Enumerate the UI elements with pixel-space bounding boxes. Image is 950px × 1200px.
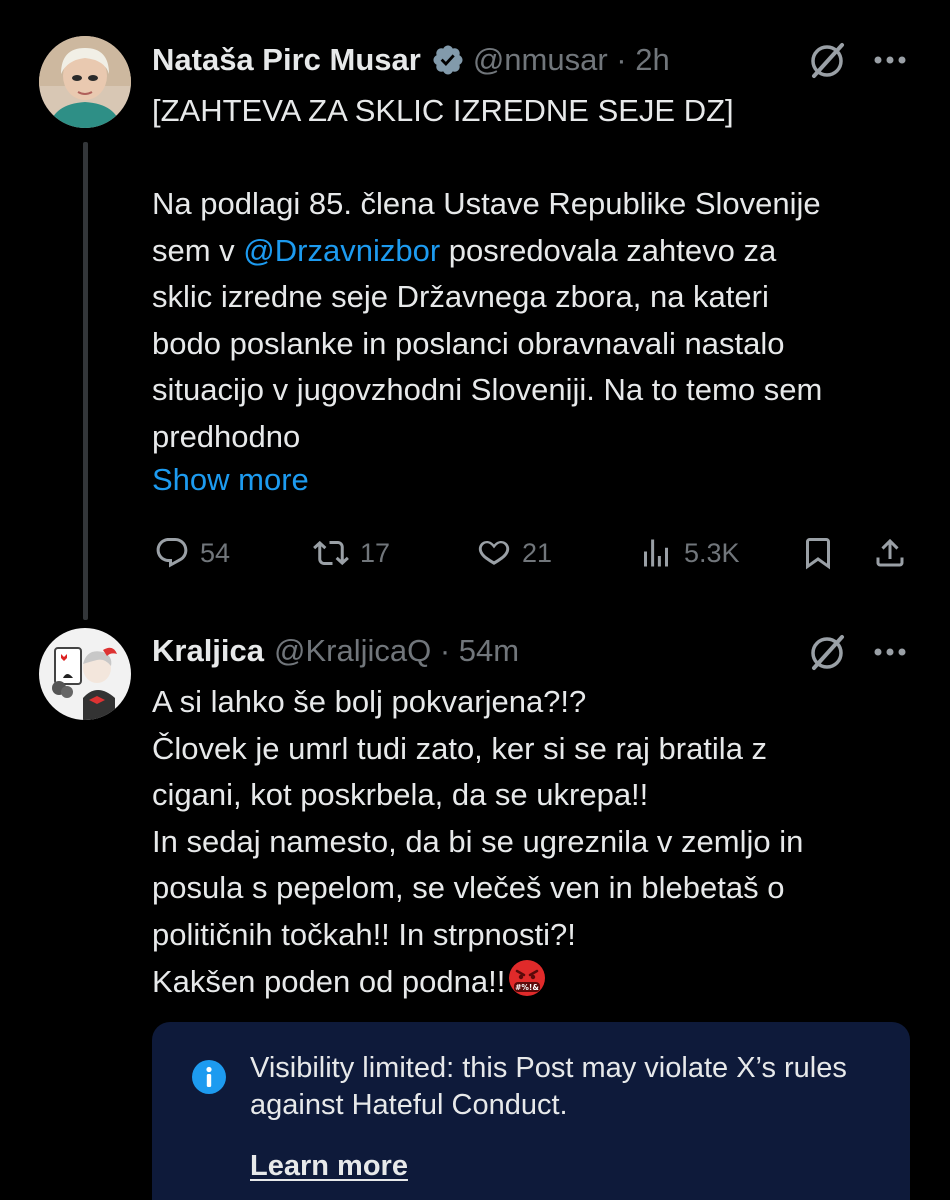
repost-count: 17	[360, 537, 391, 568]
post-header: Nataša Pirc Musar @nmusar · 2h	[152, 40, 670, 80]
grok-icon[interactable]	[807, 632, 847, 672]
bookmark-icon	[806, 538, 830, 570]
svg-text:#%!&: #%!&	[515, 983, 539, 992]
bookmark-button[interactable]	[800, 530, 836, 576]
like-icon	[478, 540, 510, 565]
post-text: [ZAHTEVA ZA SKLIC IZREDNE SEJE DZ] Na po…	[152, 88, 922, 460]
author-name[interactable]: Nataša Pirc Musar	[152, 42, 421, 78]
like-count: 21	[522, 537, 553, 568]
info-icon	[190, 1058, 228, 1096]
thread-line	[83, 142, 88, 620]
like-button[interactable]: 21	[476, 530, 552, 576]
mention-link[interactable]: @Drzavnizbor	[243, 233, 440, 268]
verified-badge-icon	[431, 43, 465, 77]
post-text: A si lahko še bolj pokvarjena?!? Človek …	[152, 679, 922, 1006]
repost-button[interactable]: 17	[312, 530, 390, 576]
grok-icon[interactable]	[807, 40, 847, 80]
show-more-link[interactable]: Show more	[152, 457, 309, 503]
angry-emoji-icon: #%!&	[507, 958, 547, 998]
author-handle-time[interactable]: @KraljicaQ · 54m	[274, 633, 519, 669]
action-bar: 54 17 21 5.3K	[150, 530, 915, 576]
post-text-content: A si lahko še bolj pokvarjena?!? Človek …	[152, 684, 804, 999]
share-icon	[876, 538, 904, 567]
views-icon	[644, 539, 668, 567]
repost-icon	[313, 540, 349, 566]
views-count: 5.3K	[684, 537, 740, 568]
author-handle-time[interactable]: @nmusar · 2h	[473, 42, 670, 78]
author-name[interactable]: Kraljica	[152, 633, 264, 669]
more-icon[interactable]	[870, 632, 910, 672]
avatar-kraljica[interactable]	[39, 628, 131, 720]
reply-button[interactable]: 54	[154, 530, 230, 576]
reply-icon	[156, 538, 188, 568]
share-button[interactable]	[872, 530, 908, 576]
views-button[interactable]: 5.3K	[638, 530, 740, 576]
learn-more-link[interactable]: Learn more	[250, 1150, 408, 1183]
post-headline: [ZAHTEVA ZA SKLIC IZREDNE SEJE DZ]	[152, 93, 734, 128]
avatar-nmusar[interactable]	[39, 36, 131, 128]
visibility-notice: Visibility limited: this Post may violat…	[152, 1022, 910, 1200]
post-header: Kraljica @KraljicaQ · 54m	[152, 631, 519, 671]
notice-text: Visibility limited: this Post may violat…	[250, 1052, 847, 1121]
reply-count: 54	[200, 537, 231, 568]
more-icon[interactable]	[870, 40, 910, 80]
